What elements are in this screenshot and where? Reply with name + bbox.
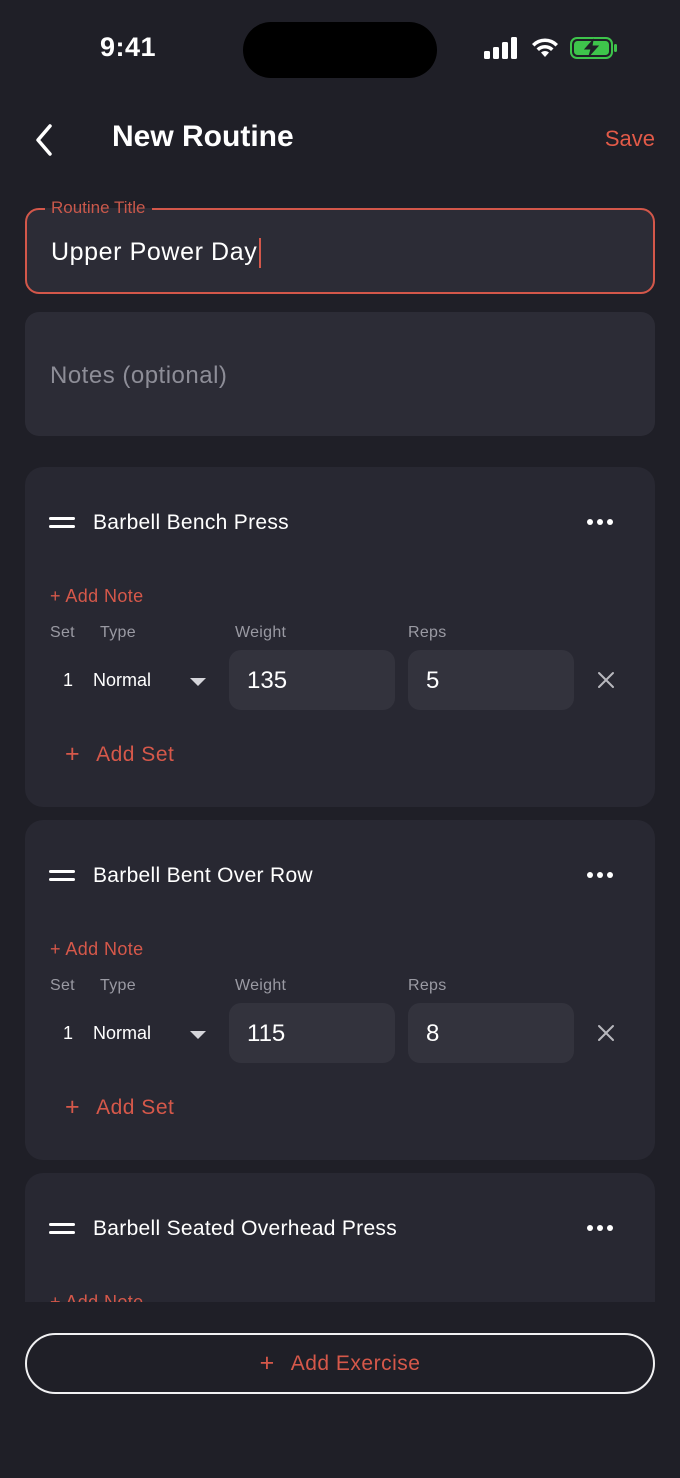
exercise-card: Barbell Bench Press + Add Note Set Type … <box>25 467 655 807</box>
exercise-name[interactable]: Barbell Bent Over Row <box>93 864 313 888</box>
dropdown-caret-icon[interactable] <box>190 1031 206 1039</box>
add-set-label: Add Set <box>96 742 175 766</box>
set-number: 1 <box>63 1023 74 1043</box>
add-note-button[interactable]: + Add Note <box>50 939 144 960</box>
exercise-name[interactable]: Barbell Bench Press <box>93 511 289 535</box>
save-button[interactable]: Save <box>605 126 655 152</box>
drag-handle-icon[interactable] <box>49 870 75 882</box>
column-header-weight: Weight <box>235 977 287 994</box>
notes-placeholder: Notes (optional) <box>50 362 228 389</box>
exercise-name[interactable]: Barbell Seated Overhead Press <box>93 1217 397 1241</box>
notes-field[interactable]: Notes (optional) <box>25 312 655 436</box>
remove-set-icon[interactable] <box>597 1024 615 1042</box>
column-header-type: Type <box>100 977 136 994</box>
weight-input[interactable]: 135 <box>229 650 395 710</box>
set-type-select[interactable]: Normal <box>93 1023 151 1044</box>
add-exercise-button[interactable]: + Add Exercise <box>25 1333 655 1394</box>
column-header-reps: Reps <box>408 624 447 641</box>
more-options-icon[interactable] <box>587 519 613 525</box>
reps-input[interactable]: 5 <box>408 650 574 710</box>
add-note-button[interactable]: + Add Note <box>50 586 144 607</box>
routine-title-field[interactable]: Routine Title Upper Power Day <box>25 198 655 294</box>
cellular-signal-icon <box>484 37 517 59</box>
page-title: New Routine <box>112 120 294 153</box>
wifi-icon <box>532 38 558 57</box>
routine-title-label: Routine Title <box>45 198 152 218</box>
column-header-type: Type <box>100 624 136 641</box>
plus-icon: + <box>65 740 81 768</box>
add-set-button[interactable]: + Add Set <box>65 740 174 769</box>
routine-title-value: Upper Power Day <box>51 238 258 266</box>
column-header-weight: Weight <box>235 624 287 641</box>
plus-icon: + <box>65 1093 81 1121</box>
dynamic-island <box>243 22 437 78</box>
add-set-label: Add Set <box>96 1095 175 1119</box>
weight-value: 115 <box>247 1020 286 1047</box>
exercise-card: Barbell Seated Overhead Press + Add Note <box>25 1173 655 1302</box>
remove-set-icon[interactable] <box>597 671 615 689</box>
plus-icon: + <box>259 1349 275 1377</box>
status-time: 9:41 <box>100 32 157 62</box>
battery-charging-icon <box>570 37 617 59</box>
new-routine-screen: 9:41 New Routine Save Routine Title Uppe… <box>0 0 680 1478</box>
drag-handle-icon[interactable] <box>49 1223 75 1235</box>
add-note-button[interactable]: + Add Note <box>50 1292 144 1302</box>
column-header-set: Set <box>50 977 75 994</box>
reps-input[interactable]: 8 <box>408 1003 574 1063</box>
exercise-card: Barbell Bent Over Row + Add Note Set Typ… <box>25 820 655 1160</box>
column-header-reps: Reps <box>408 977 447 994</box>
set-number: 1 <box>63 670 74 690</box>
more-options-icon[interactable] <box>587 872 613 878</box>
more-options-icon[interactable] <box>587 1225 613 1231</box>
routine-editor-scroll[interactable]: 9:41 New Routine Save Routine Title Uppe… <box>0 0 680 1302</box>
add-exercise-label: Add Exercise <box>290 1351 421 1375</box>
drag-handle-icon[interactable] <box>49 517 75 529</box>
status-icons <box>484 36 618 60</box>
text-caret <box>259 238 262 269</box>
column-header-set: Set <box>50 624 75 641</box>
reps-value: 8 <box>426 1020 440 1047</box>
weight-input[interactable]: 115 <box>229 1003 395 1063</box>
weight-value: 135 <box>247 667 288 694</box>
set-type-select[interactable]: Normal <box>93 670 151 691</box>
routine-title-input[interactable]: Upper Power Day <box>51 238 262 269</box>
add-set-button[interactable]: + Add Set <box>65 1093 174 1122</box>
reps-value: 5 <box>426 667 440 694</box>
dropdown-caret-icon[interactable] <box>190 678 206 686</box>
back-chevron-icon[interactable] <box>28 120 64 160</box>
